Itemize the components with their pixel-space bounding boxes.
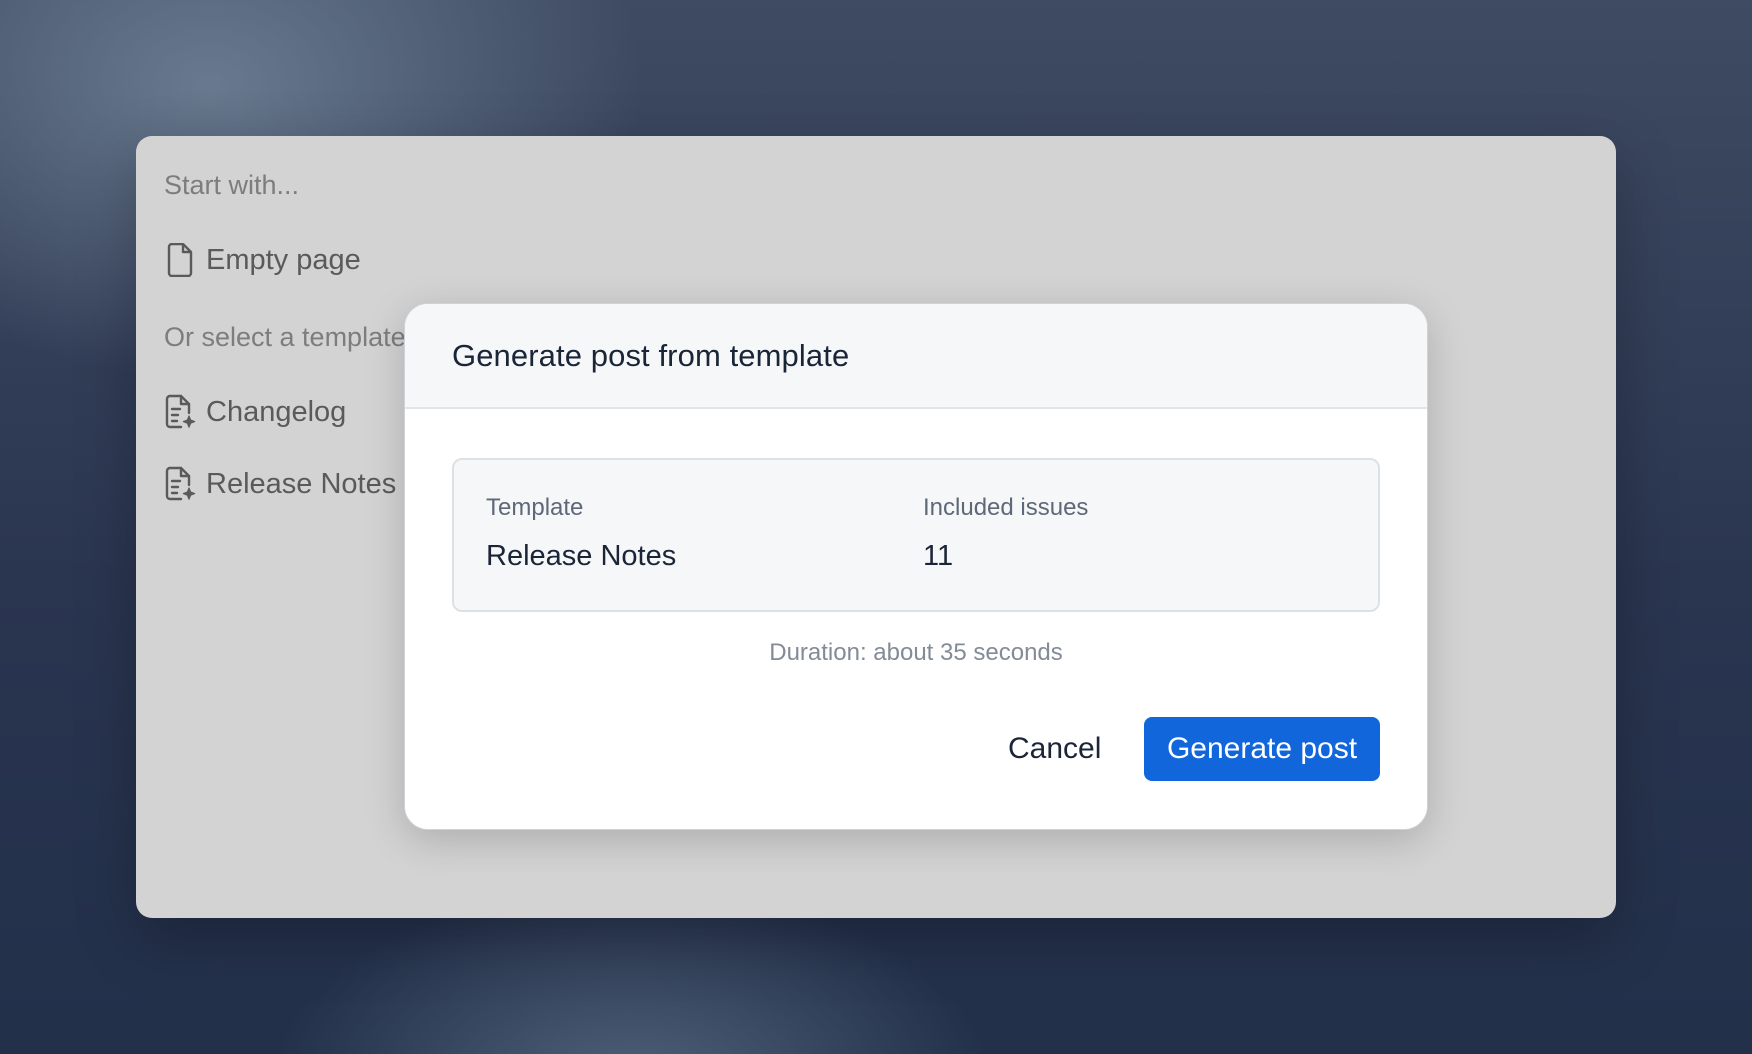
included-issues-label: Included issues — [923, 494, 1089, 521]
template-label: Template — [486, 494, 584, 521]
template-info: Template Release Notes — [486, 494, 676, 573]
template-summary-box: Template Release Notes Included issues 1… — [452, 458, 1380, 612]
cancel-button[interactable]: Cancel — [992, 717, 1117, 781]
document-sparkle-icon — [164, 466, 196, 502]
template-value: Release Notes — [486, 540, 677, 572]
empty-page-option[interactable]: Empty page — [164, 242, 361, 278]
duration-text: Duration: about 35 seconds — [769, 639, 1063, 666]
included-issues-info: Included issues 11 — [923, 494, 1088, 573]
template-label-changelog: Changelog — [206, 395, 347, 428]
document-icon — [164, 242, 196, 278]
generate-post-dialog: Generate post from template Template Rel… — [404, 303, 1428, 830]
dialog-header: Generate post from template — [405, 304, 1427, 409]
included-issues-value: 11 — [923, 540, 954, 572]
start-with-heading: Start with... — [164, 170, 300, 200]
template-option-changelog[interactable]: Changelog — [164, 394, 346, 430]
template-option-release-notes[interactable]: Release Notes — [164, 466, 396, 502]
empty-page-label: Empty page — [206, 243, 361, 276]
document-sparkle-icon — [164, 394, 196, 430]
select-template-heading: Or select a template — [164, 322, 406, 352]
generate-post-button[interactable]: Generate post — [1144, 717, 1380, 781]
template-label-release-notes: Release Notes — [206, 467, 397, 500]
dialog-title: Generate post from template — [452, 337, 850, 373]
